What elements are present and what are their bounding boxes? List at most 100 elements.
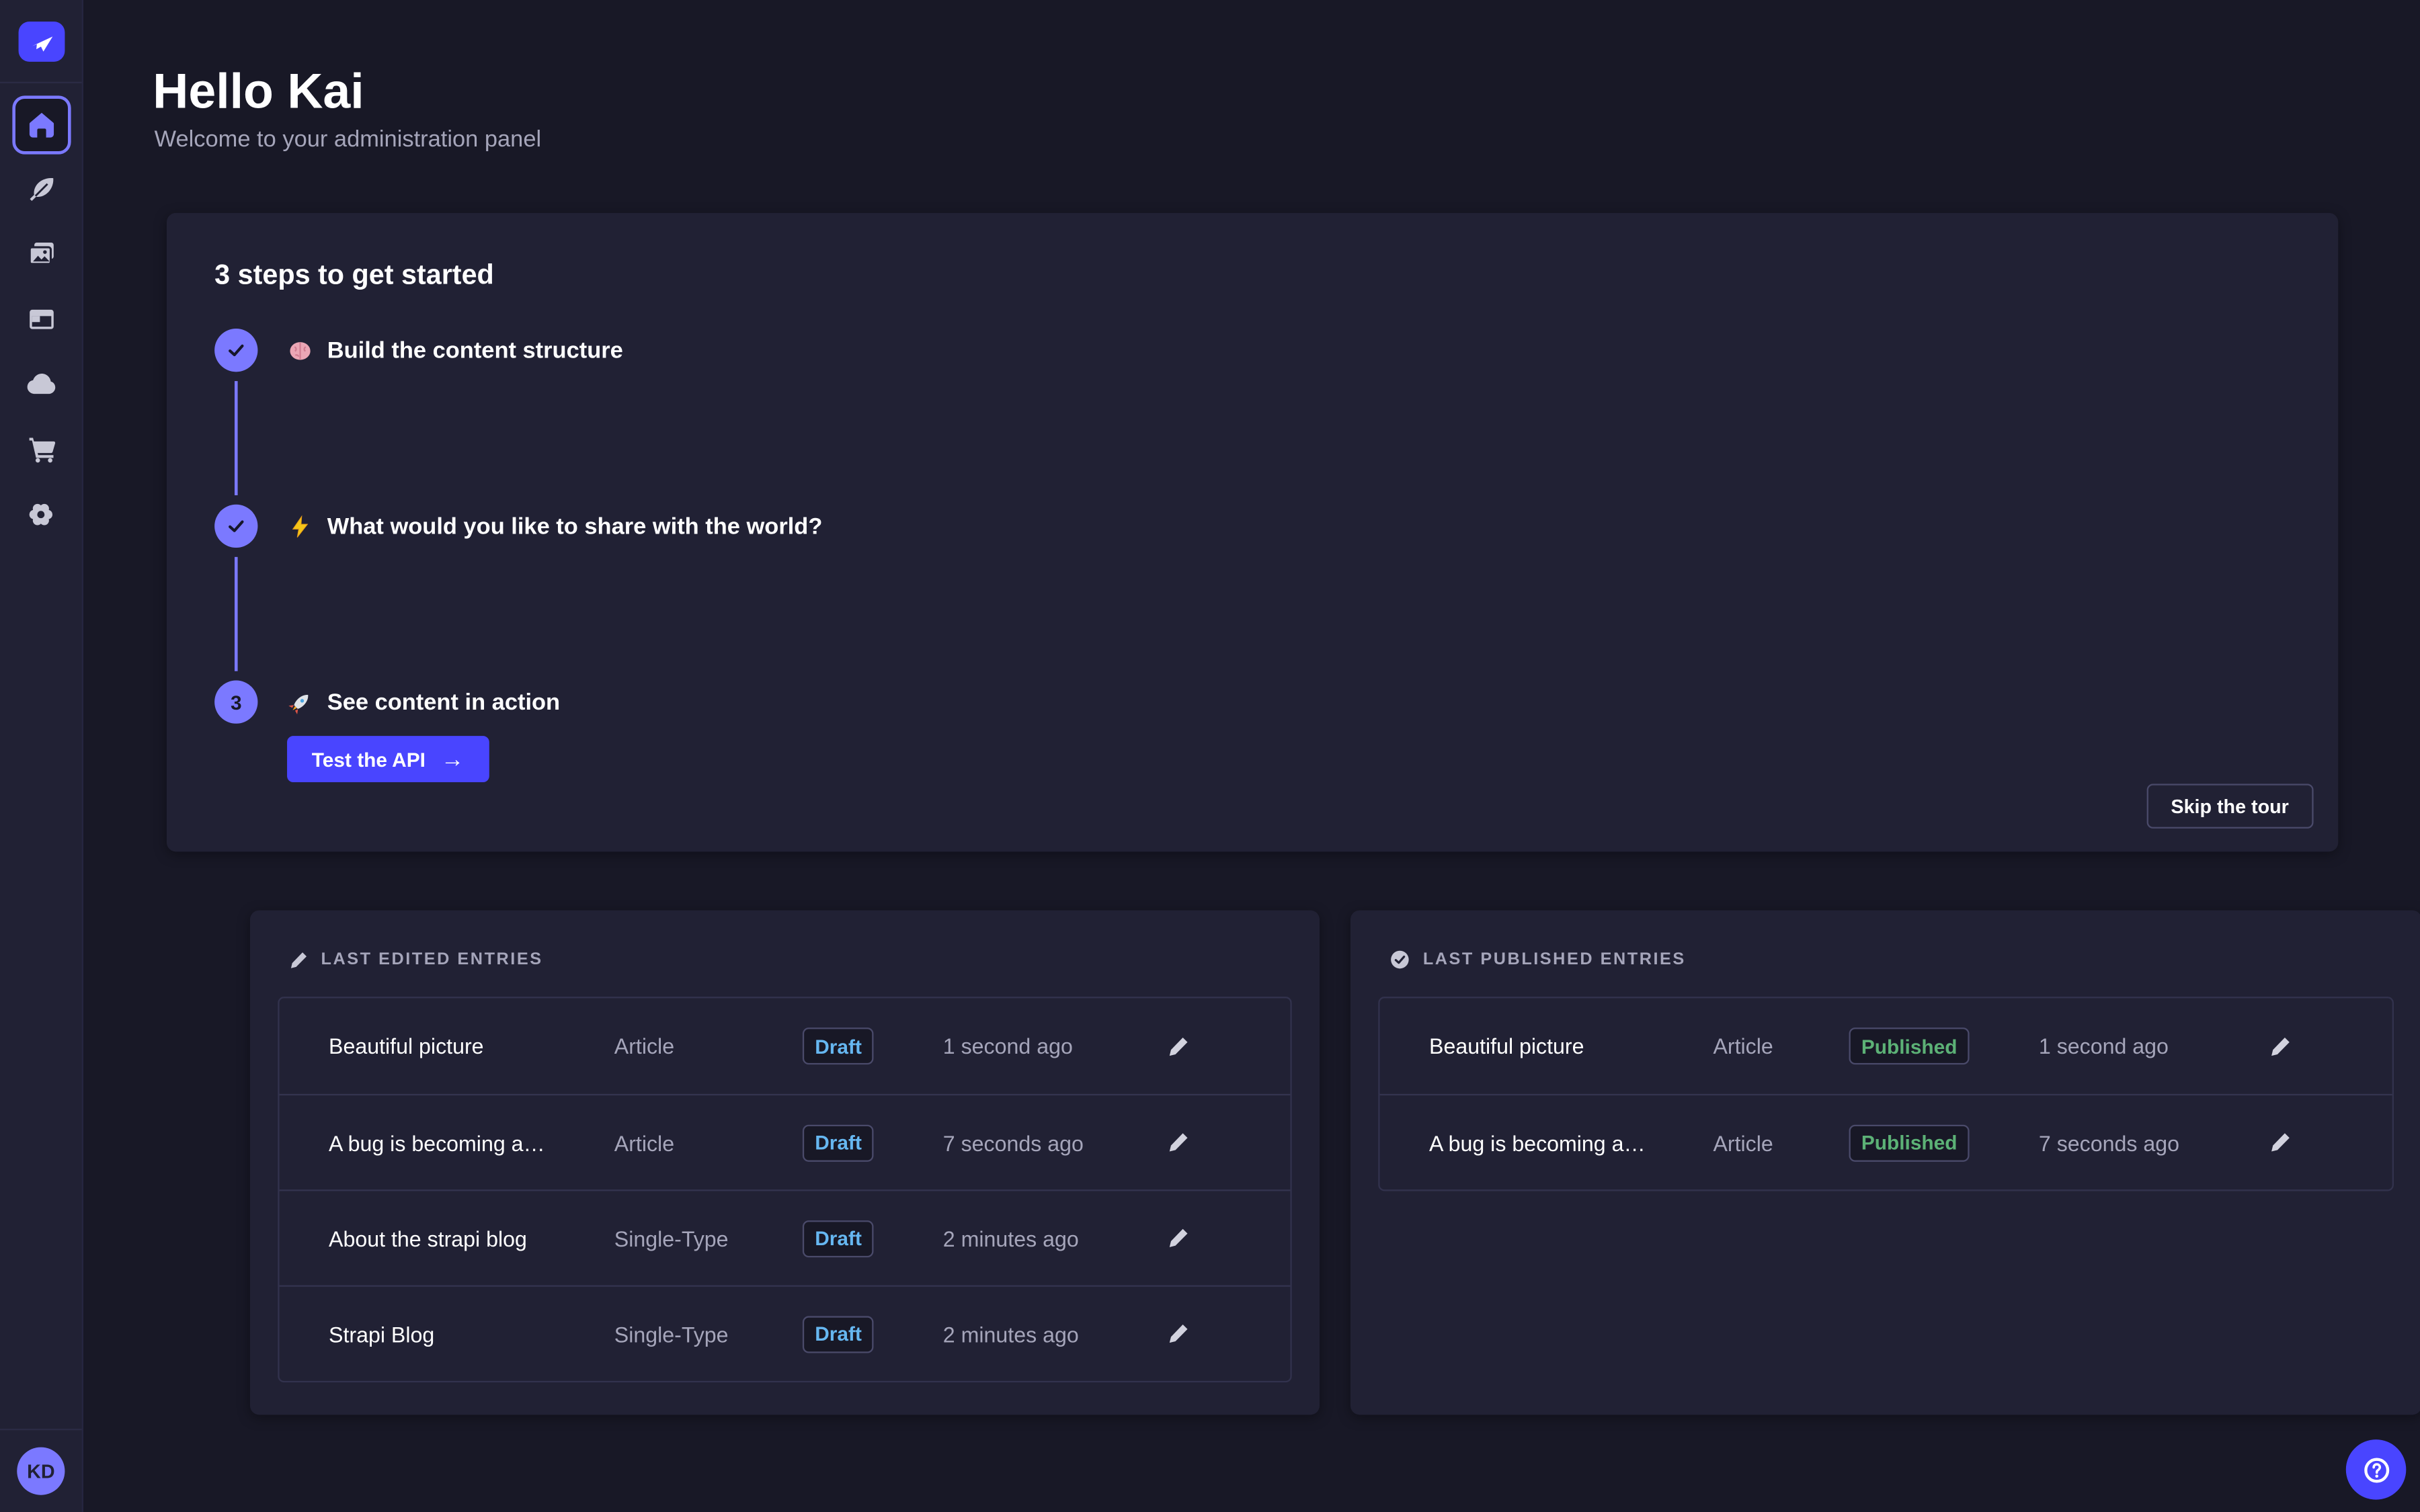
last-edited-entries-card: LAST EDITED ENTRIES Beautiful picture Ar… <box>250 911 1320 1415</box>
step-1-rail <box>214 329 257 505</box>
last-published-table: Beautiful picture Article Published 1 se… <box>1378 997 2394 1191</box>
pencil-icon <box>1166 1034 1189 1057</box>
rocket-emoji <box>287 689 313 715</box>
main-content: Hello Kai Welcome to your administration… <box>83 0 2420 1512</box>
guided-tour-steps: Build the content structure <box>214 329 2276 782</box>
step-2-label-row: What would you like to share with the wo… <box>287 505 822 548</box>
pencil-icon <box>1166 1322 1189 1345</box>
page-header: Hello Kai Welcome to your administration… <box>83 0 2420 153</box>
status-badge: Draft <box>803 1027 874 1064</box>
entry-type: Single-Type <box>614 1321 803 1346</box>
entry-type: Article <box>1713 1034 1849 1058</box>
edit-entry-button[interactable] <box>1158 1314 1198 1354</box>
entry-time: 1 second ago <box>2039 1034 2259 1058</box>
sidebar-nav <box>0 83 82 543</box>
sidebar-user-area: KD <box>0 1429 82 1512</box>
gear-icon <box>25 497 57 530</box>
table-row: Beautiful picture Article Draft 1 second… <box>280 998 1291 1093</box>
tour-step-2: What would you like to share with the wo… <box>214 505 2276 681</box>
entry-time: 2 minutes ago <box>943 1321 1158 1346</box>
entry-type: Single-Type <box>614 1226 803 1251</box>
last-edited-title: LAST EDITED ENTRIES <box>321 950 543 969</box>
entry-type: Article <box>614 1034 803 1058</box>
edit-entry-button[interactable] <box>1158 1218 1198 1259</box>
check-circle-icon <box>1389 949 1410 970</box>
step-2-check-circle <box>214 505 257 548</box>
sidebar: KD <box>0 0 83 1512</box>
table-row: A bug is becoming a… Article Published 7… <box>1380 1094 2392 1189</box>
tour-step-3: 3 See content in action <box>214 680 2276 723</box>
entry-title: A bug is becoming a… <box>329 1130 614 1155</box>
entry-time: 7 seconds ago <box>2039 1130 2259 1155</box>
layout-icon <box>26 304 56 335</box>
entry-title: Beautiful picture <box>1429 1034 1713 1058</box>
status-badge: Draft <box>803 1220 874 1257</box>
entry-time: 2 minutes ago <box>943 1226 1158 1251</box>
table-row: Beautiful picture Article Published 1 se… <box>1380 998 2392 1093</box>
strapi-logo-icon <box>26 27 56 54</box>
strapi-logo[interactable] <box>17 21 64 61</box>
help-button[interactable] <box>2346 1439 2407 1500</box>
step-3-number: 3 <box>231 690 242 713</box>
sidebar-logo-area <box>0 0 82 83</box>
sidebar-item-media-library[interactable] <box>11 225 70 284</box>
step-2-label: What would you like to share with the wo… <box>327 513 823 539</box>
entry-time: 7 seconds ago <box>943 1130 1158 1155</box>
table-row: About the strapi blog Single-Type Draft … <box>280 1189 1291 1285</box>
lightning-emoji <box>287 513 313 539</box>
pictures-icon <box>26 239 56 270</box>
step-2-rail <box>214 505 257 681</box>
entry-time: 1 second ago <box>943 1034 1158 1058</box>
guided-tour-title: 3 steps to get started <box>214 256 2276 293</box>
step-connector <box>235 381 238 495</box>
cloud-icon <box>25 368 57 401</box>
edit-entry-button[interactable] <box>1158 1026 1198 1066</box>
edit-entry-button[interactable] <box>1158 1122 1198 1163</box>
arrow-right-icon: → <box>441 747 464 770</box>
pencil-icon <box>1166 1226 1189 1249</box>
entry-type: Article <box>614 1130 803 1155</box>
test-the-api-button[interactable]: Test the API → <box>287 736 489 782</box>
entry-title: Beautiful picture <box>329 1034 614 1058</box>
entry-type: Article <box>1713 1130 1849 1155</box>
sidebar-item-content-type-builder[interactable] <box>11 290 70 349</box>
status-badge: Published <box>1849 1124 1970 1161</box>
pencil-icon <box>288 950 309 970</box>
page-subtitle: Welcome to your administration panel <box>155 126 2420 153</box>
test-the-api-label: Test the API <box>312 747 426 770</box>
edit-entry-button[interactable] <box>2259 1122 2300 1163</box>
feather-icon <box>26 174 56 205</box>
last-published-title: LAST PUBLISHED ENTRIES <box>1423 950 1686 969</box>
sidebar-item-settings[interactable] <box>11 485 70 543</box>
strapi-admin-dashboard: KD Hello Kai Welcome to your administrat… <box>0 0 2420 1512</box>
pencil-icon <box>1166 1131 1189 1154</box>
sidebar-item-content-manager[interactable] <box>11 161 70 219</box>
question-mark-icon <box>2361 1454 2392 1485</box>
step-1-label: Build the content structure <box>327 337 623 364</box>
tour-step-1: Build the content structure <box>214 329 2276 505</box>
guided-tour-card: 3 steps to get started <box>167 213 2338 852</box>
avatar[interactable]: KD <box>17 1447 65 1495</box>
last-published-header: LAST PUBLISHED ENTRIES <box>1378 944 2394 975</box>
pencil-icon <box>2268 1131 2291 1154</box>
sidebar-item-cloud[interactable] <box>11 355 70 413</box>
edit-entry-button[interactable] <box>2259 1026 2300 1066</box>
pencil-icon <box>2268 1034 2291 1057</box>
step-1-check-circle <box>214 329 257 372</box>
sidebar-item-home[interactable] <box>11 95 70 154</box>
avatar-initials: KD <box>27 1460 54 1482</box>
step-3-label: See content in action <box>327 689 560 715</box>
skip-the-tour-button[interactable]: Skip the tour <box>2146 784 2314 829</box>
sidebar-item-marketplace[interactable] <box>11 419 70 478</box>
entry-title: A bug is becoming a… <box>1429 1130 1713 1155</box>
entry-title: About the strapi blog <box>329 1226 614 1251</box>
brain-emoji <box>287 337 313 364</box>
step-3-rail: 3 <box>214 680 257 723</box>
step-3-label-row: See content in action <box>287 680 560 723</box>
status-badge: Published <box>1849 1027 1970 1064</box>
check-icon <box>225 515 247 537</box>
table-row: Strapi Blog Single-Type Draft 2 minutes … <box>280 1285 1291 1380</box>
step-1-label-row: Build the content structure <box>287 329 623 372</box>
table-row: A bug is becoming a… Article Draft 7 sec… <box>280 1094 1291 1189</box>
last-edited-header: LAST EDITED ENTRIES <box>278 944 1291 975</box>
